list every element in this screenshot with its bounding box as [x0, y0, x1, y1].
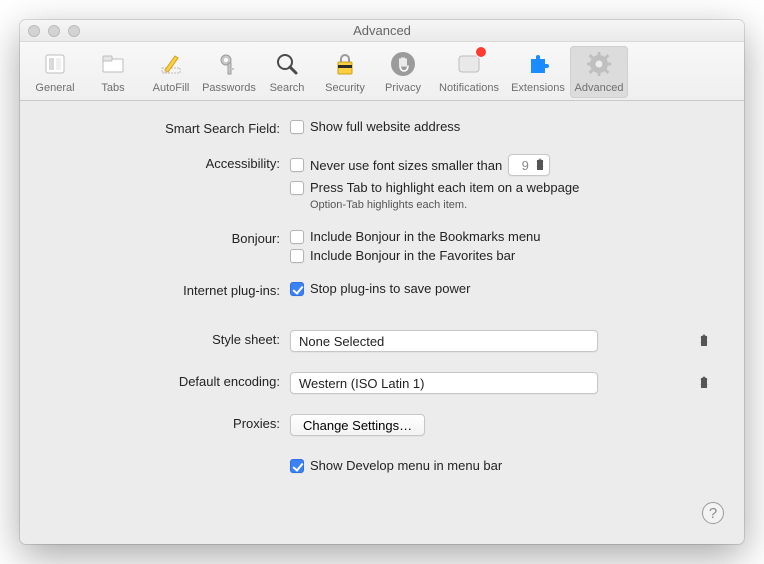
row-accessibility: Accessibility: Never use font sizes smal… — [50, 154, 714, 211]
tab-highlight-checkbox[interactable] — [290, 181, 304, 195]
stylesheet-label: Style sheet: — [50, 330, 290, 347]
encoding-label: Default encoding: — [50, 372, 290, 389]
badge-icon — [475, 46, 487, 58]
chevron-updown-icon — [700, 333, 708, 347]
checkbox-label: Show full website address — [310, 119, 460, 134]
form-content: Smart Search Field: Show full website ad… — [20, 101, 744, 473]
lock-icon — [329, 48, 361, 80]
row-bonjour: Bonjour: Include Bonjour in the Bookmark… — [50, 229, 714, 263]
close-icon[interactable] — [28, 25, 40, 37]
tab-label: Search — [270, 82, 305, 94]
tab-label: Security — [325, 82, 365, 94]
develop-menu-checkbox[interactable] — [290, 459, 304, 473]
tab-label: General — [35, 82, 74, 94]
smart-search-label: Smart Search Field: — [50, 119, 290, 136]
row-proxies: Proxies: Change Settings… — [50, 414, 714, 436]
proxies-label: Proxies: — [50, 414, 290, 431]
switch-icon — [39, 48, 71, 80]
row-develop: Show Develop menu in menu bar — [50, 458, 714, 473]
preferences-toolbar: General Tabs AutoFill Passwords Search — [20, 42, 744, 101]
preferences-window: Advanced General Tabs AutoFill Passwords — [20, 20, 744, 544]
tab-label: Notifications — [439, 82, 499, 94]
change-settings-button[interactable]: Change Settings… — [290, 414, 425, 436]
help-button[interactable]: ? — [702, 502, 724, 524]
tab-label: Extensions — [511, 82, 565, 94]
stop-plugins-option[interactable]: Stop plug-ins to save power — [290, 281, 714, 296]
tab-autofill[interactable]: AutoFill — [142, 46, 200, 98]
show-full-url-checkbox[interactable] — [290, 120, 304, 134]
tab-label: Privacy — [385, 82, 421, 94]
tab-highlight-option[interactable]: Press Tab to highlight each item on a we… — [290, 180, 714, 195]
tab-extensions[interactable]: Extensions — [506, 46, 570, 98]
window-controls — [28, 25, 80, 37]
bonjour-bookmarks-option[interactable]: Include Bonjour in the Bookmarks menu — [290, 229, 714, 244]
chevron-updown-icon — [536, 157, 544, 171]
min-font-select[interactable]: 9 — [508, 154, 550, 176]
tabs-icon — [97, 48, 129, 80]
encoding-select[interactable]: Western (ISO Latin 1) — [290, 372, 598, 394]
checkbox-label: Show Develop menu in menu bar — [310, 458, 502, 473]
checkbox-label: Stop plug-ins to save power — [310, 281, 470, 296]
checkbox-label: Press Tab to highlight each item on a we… — [310, 180, 579, 195]
stylesheet-select[interactable]: None Selected — [290, 330, 598, 352]
tab-label: Advanced — [575, 82, 624, 94]
min-font-checkbox[interactable] — [290, 158, 304, 172]
plugins-label: Internet plug-ins: — [50, 281, 290, 298]
tab-notifications[interactable]: Notifications — [432, 46, 506, 98]
tab-tabs[interactable]: Tabs — [84, 46, 142, 98]
minimize-icon[interactable] — [48, 25, 60, 37]
tab-passwords[interactable]: Passwords — [200, 46, 258, 98]
puzzle-icon — [522, 48, 554, 80]
accessibility-label: Accessibility: — [50, 154, 290, 171]
tab-advanced[interactable]: Advanced — [570, 46, 628, 98]
tab-security[interactable]: Security — [316, 46, 374, 98]
pencil-icon — [155, 48, 187, 80]
checkbox-label: Include Bonjour in the Favorites bar — [310, 248, 515, 263]
hand-icon — [387, 48, 419, 80]
accessibility-hint: Option-Tab highlights each item. — [310, 199, 714, 211]
row-stylesheet: Style sheet: None Selected — [50, 330, 714, 352]
row-encoding: Default encoding: Western (ISO Latin 1) — [50, 372, 714, 394]
search-icon — [271, 48, 303, 80]
bonjour-bookmarks-checkbox[interactable] — [290, 230, 304, 244]
checkbox-label: Never use font sizes smaller than — [310, 158, 502, 173]
develop-menu-option[interactable]: Show Develop menu in menu bar — [290, 458, 714, 473]
titlebar: Advanced — [20, 20, 744, 42]
tab-label: Tabs — [101, 82, 124, 94]
row-plugins: Internet plug-ins: Stop plug-ins to save… — [50, 281, 714, 298]
gear-icon — [583, 48, 615, 80]
bonjour-favorites-option[interactable]: Include Bonjour in the Favorites bar — [290, 248, 714, 263]
zoom-icon[interactable] — [68, 25, 80, 37]
tab-general[interactable]: General — [26, 46, 84, 98]
checkbox-label: Include Bonjour in the Bookmarks menu — [310, 229, 541, 244]
tab-privacy[interactable]: Privacy — [374, 46, 432, 98]
stop-plugins-checkbox[interactable] — [290, 282, 304, 296]
tab-search[interactable]: Search — [258, 46, 316, 98]
bonjour-label: Bonjour: — [50, 229, 290, 246]
tab-label: AutoFill — [153, 82, 190, 94]
bonjour-favorites-checkbox[interactable] — [290, 249, 304, 263]
key-icon — [213, 48, 245, 80]
row-smart-search: Smart Search Field: Show full website ad… — [50, 119, 714, 136]
notification-icon — [453, 48, 485, 80]
tab-label: Passwords — [202, 82, 256, 94]
show-full-url-option[interactable]: Show full website address — [290, 119, 714, 134]
window-title: Advanced — [20, 23, 744, 38]
chevron-updown-icon — [700, 375, 708, 389]
